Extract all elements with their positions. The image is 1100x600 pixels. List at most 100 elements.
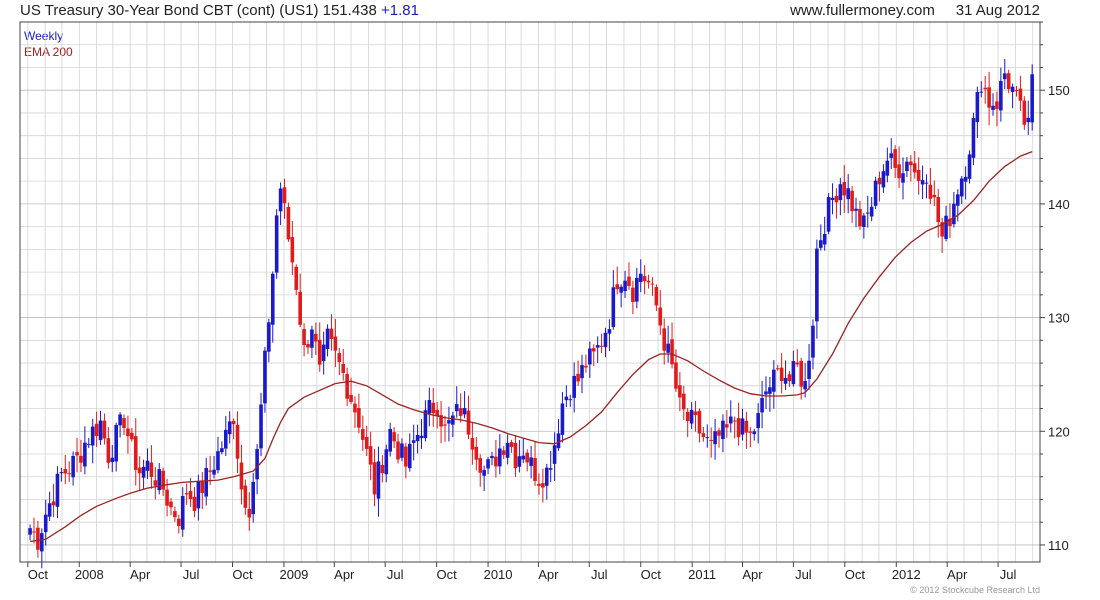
candle-body (681, 393, 686, 410)
candle-body (748, 431, 753, 433)
x-tick-label: Jul (591, 567, 608, 582)
y-tick-label: 120 (1048, 424, 1070, 439)
candle-body (55, 473, 60, 507)
candle-body (631, 287, 635, 302)
x-tick-label: Apr (947, 567, 968, 582)
candle-body (615, 284, 620, 290)
candle-body (227, 421, 232, 435)
candle-body (987, 87, 991, 108)
candle-body (1010, 86, 1015, 92)
candle-body (736, 418, 741, 438)
candle-body (470, 438, 475, 450)
candle-body (498, 448, 502, 467)
candle-body (153, 480, 158, 486)
candle-body (208, 470, 212, 472)
candle-body (807, 360, 811, 379)
candle-body (478, 458, 483, 473)
candle-body (376, 461, 381, 499)
candle-body (255, 449, 259, 480)
x-tick-label: 2012 (892, 567, 921, 582)
candle-body (447, 420, 451, 424)
candle-body (591, 348, 596, 352)
candle-body (822, 234, 827, 245)
candle-body (909, 161, 913, 166)
candle-body (466, 410, 471, 435)
candle-body (184, 493, 189, 495)
candle-body (893, 149, 897, 168)
candle-body (846, 188, 850, 200)
candle-body (294, 266, 299, 290)
candle-body (372, 462, 377, 495)
candle-body (90, 426, 95, 446)
candle-body (795, 362, 800, 365)
candle-body (705, 437, 710, 439)
candle-body (333, 336, 338, 351)
candle-body (991, 105, 995, 110)
candle-body (353, 403, 357, 413)
candle-body (204, 467, 209, 497)
candle-body (267, 322, 271, 352)
plot-frame (19, 21, 1041, 563)
candle-body (791, 361, 796, 385)
candle-body (689, 409, 694, 424)
x-tick-label: Oct (641, 567, 662, 582)
x-tick-label: Apr (334, 567, 355, 582)
candle-body (721, 420, 725, 440)
candle-body (357, 408, 361, 428)
price-chart: Oct 2008 Apr Jul Oct 2009 Apr Jul Oct 2010 Apr Jul O… (19, 21, 1070, 582)
candle-body (1018, 88, 1023, 101)
candle-body (752, 431, 757, 435)
candle-body (67, 473, 72, 475)
candle-body (623, 280, 627, 292)
candle-body (916, 169, 921, 181)
candle-body (912, 163, 917, 173)
candle-body (517, 456, 522, 467)
candle-body (595, 345, 600, 348)
candle-body (513, 442, 518, 469)
candle-body (826, 197, 831, 232)
candle-body (811, 325, 815, 358)
candle-body (959, 178, 964, 197)
x-tick-label: 2008 (75, 567, 104, 582)
candle-body (118, 414, 122, 426)
x-tick-label: 2011 (688, 567, 716, 582)
candle-body (552, 445, 557, 464)
candle-body (79, 455, 83, 463)
candle-body (979, 91, 984, 93)
candle-body (212, 469, 216, 475)
candle-body (764, 391, 768, 395)
candle-body (619, 286, 623, 293)
y-tick-label: 150 (1048, 83, 1070, 98)
candle-body (924, 182, 929, 184)
candle-body (670, 339, 674, 365)
candle-body (635, 277, 639, 302)
candle-body (877, 177, 882, 185)
candle-body (98, 420, 103, 441)
candle-body (47, 503, 52, 517)
candle-body (858, 209, 862, 227)
candle-body (270, 273, 275, 325)
candle-body (231, 420, 236, 425)
candle-body (662, 328, 667, 351)
candle-body (658, 307, 663, 326)
candle-body (654, 287, 659, 306)
candle-body (650, 283, 655, 285)
candle-body (63, 469, 68, 474)
candle-body (678, 385, 682, 398)
candle-body (830, 197, 835, 201)
candle-body (709, 439, 713, 441)
candle-body (642, 276, 647, 282)
candle-body (799, 360, 804, 387)
candle-body (235, 424, 240, 459)
candle-body (674, 362, 678, 389)
candle-body (282, 187, 287, 204)
x-tick-label: Jul (183, 567, 200, 582)
candle-body (983, 87, 987, 90)
axes: Oct 2008 Apr Jul Oct 2009 Apr Jul Oct 2010 Apr Jul O… (19, 21, 1070, 582)
candle-body (157, 469, 162, 491)
x-tick-label: Oct (436, 567, 457, 582)
candle-body (818, 240, 823, 248)
candle-body (842, 182, 847, 196)
candle-body (541, 483, 545, 488)
candle-body (638, 273, 643, 283)
